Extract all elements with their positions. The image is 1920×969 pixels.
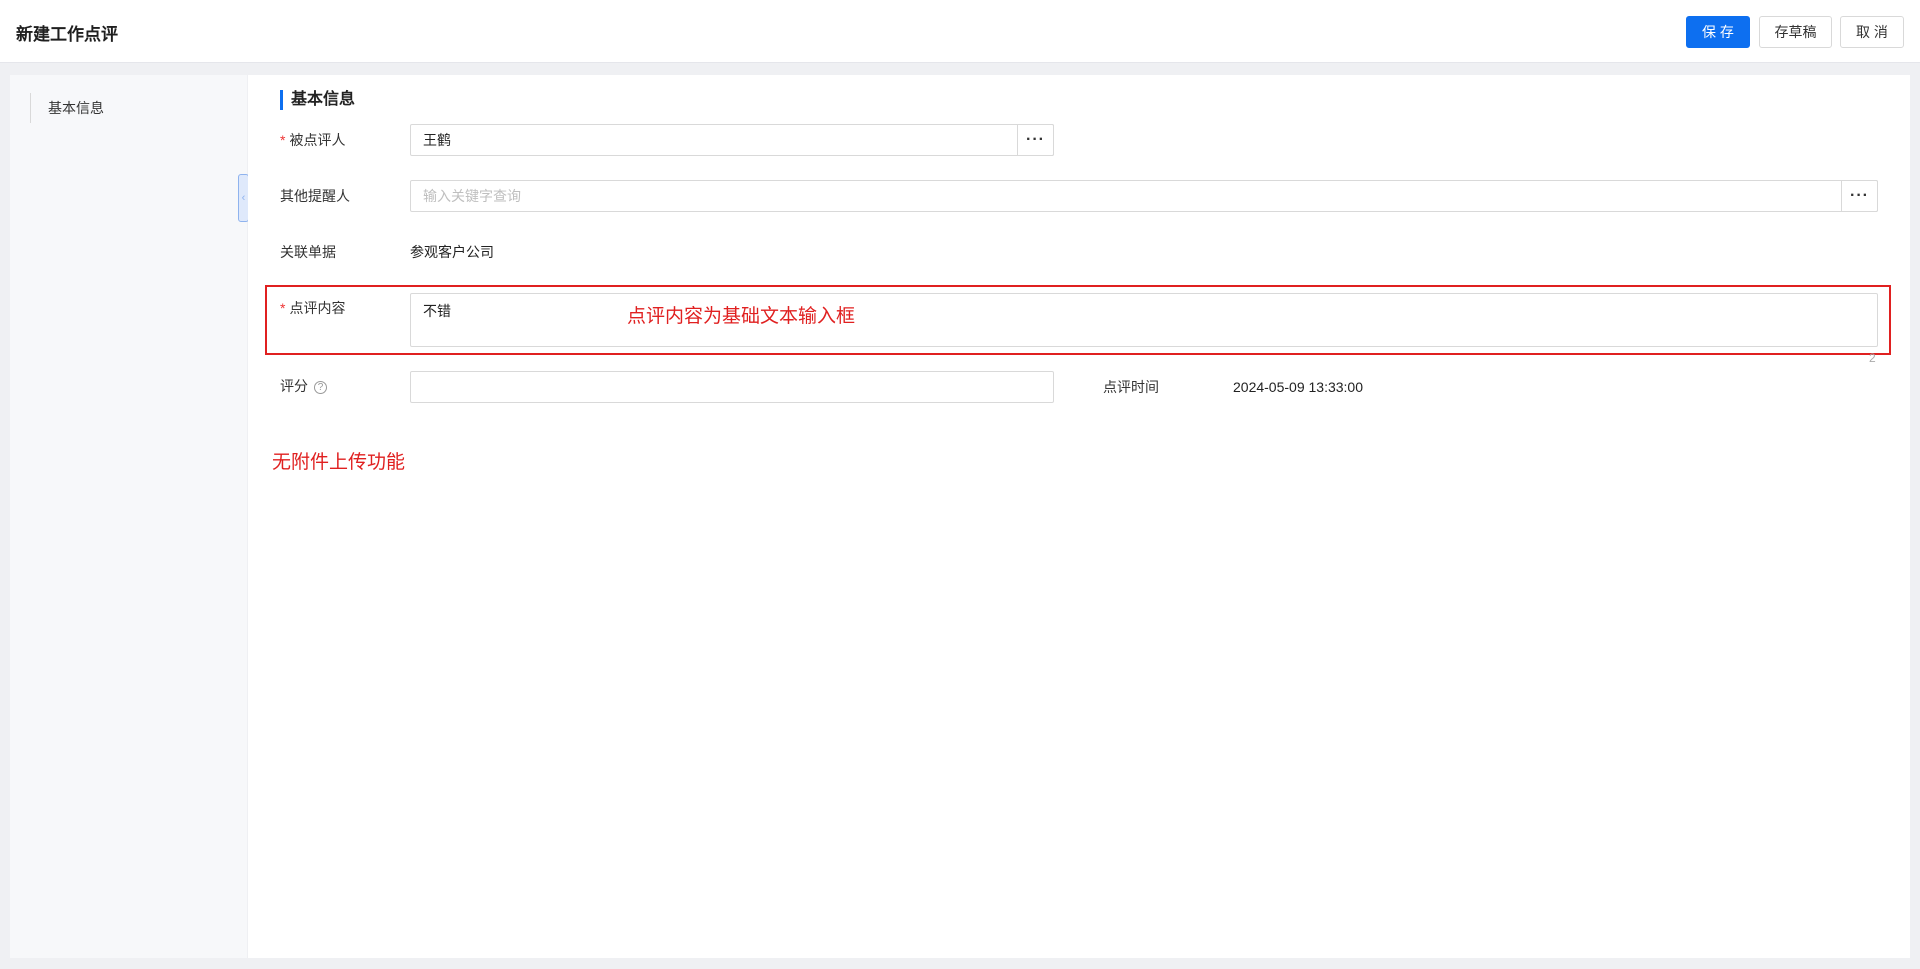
required-mark: * [280,132,286,148]
content-label: * 点评内容 [280,300,346,316]
related-doc-label: 关联单据 [280,244,336,260]
page-title: 新建工作点评 [16,25,118,44]
more-dots-icon: ··· [1026,131,1045,148]
sidebar-item-basic-info[interactable]: 基本信息 [30,93,210,123]
sidebar-item-label: 基本信息 [48,100,104,116]
reviewee-picker-button[interactable]: ··· [1017,124,1054,156]
review-content-value: 不错 [423,303,451,319]
reviewee-field[interactable]: 王鹤 ··· [410,124,1054,156]
section-title: 基本信息 [280,90,355,110]
question-circle-icon[interactable]: ? [314,381,327,394]
review-time-label: 点评时间 [1103,379,1159,395]
other-reminders-picker-button[interactable]: ··· [1841,180,1878,212]
content-annotation: 点评内容为基础文本输入框 [627,305,856,327]
cancel-button[interactable]: 取 消 [1840,16,1904,48]
save-button[interactable]: 保 存 [1686,16,1750,48]
save-draft-button[interactable]: 存草稿 [1759,16,1832,48]
score-label: 评分? [280,376,327,396]
other-reminders-field[interactable]: 输入关键字查询 ··· [410,180,1878,212]
attachment-annotation: 无附件上传功能 [272,451,406,473]
form-panel: 基本信息 * 被点评人 王鹤 ··· 其他提醒人 输入关键字查询 ··· 关联单据… [248,75,1910,958]
other-reminders-placeholder: 输入关键字查询 [423,188,521,204]
review-time-value: 2024-05-09 13:33:00 [1233,379,1363,395]
more-dots-icon: ··· [1850,187,1869,204]
others-label: 其他提醒人 [280,188,350,204]
reviewee-value: 王鹤 [423,132,451,148]
char-counter: 2 [1869,351,1876,365]
section-nav-sidebar: 基本信息 [10,75,247,958]
reviewee-label: * 被点评人 [280,132,346,148]
required-mark: * [280,300,286,316]
chevron-left-icon: ‹ [241,192,246,204]
score-input[interactable] [410,371,1054,403]
related-doc-value: 参观客户公司 [410,244,494,260]
page-header: 新建工作点评 保 存 存草稿 取 消 [0,0,1920,63]
